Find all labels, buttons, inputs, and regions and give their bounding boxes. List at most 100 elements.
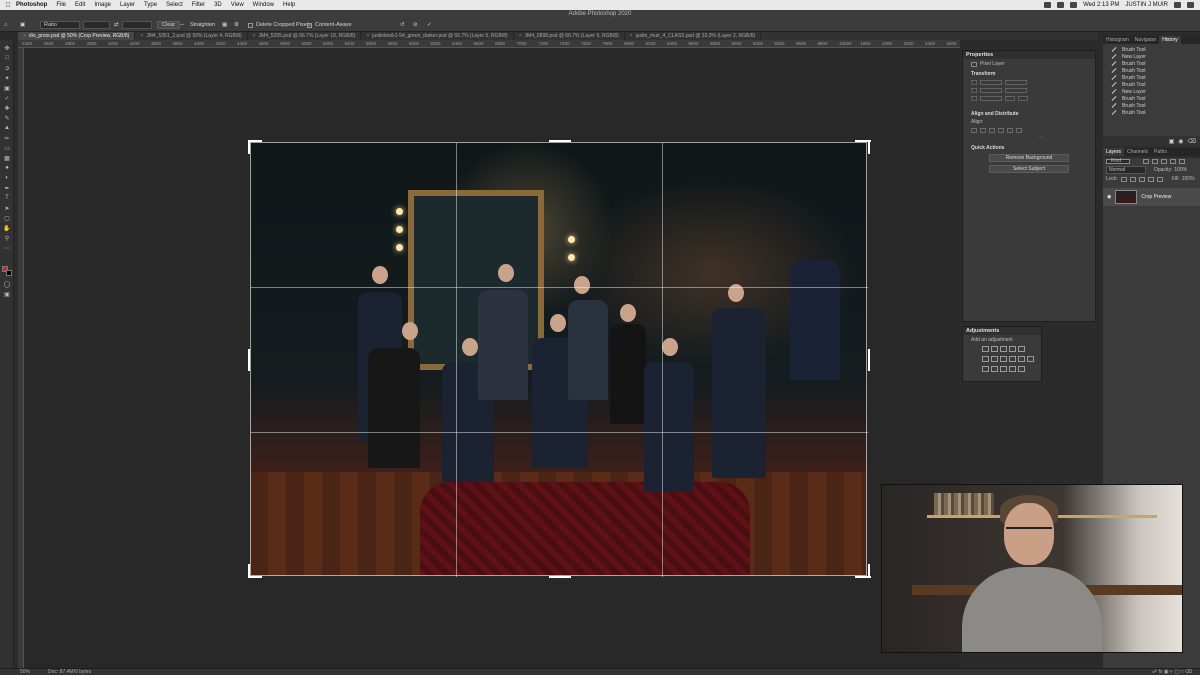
- threshold-icon[interactable]: [1000, 366, 1007, 372]
- screen-mode-icon[interactable]: ▣: [3, 290, 11, 298]
- invert-icon[interactable]: [982, 366, 989, 372]
- move-tool-icon[interactable]: ✥: [3, 44, 11, 52]
- properties-title[interactable]: Properties: [963, 51, 1095, 59]
- hand-tool-icon[interactable]: ✋: [3, 224, 11, 232]
- channel-mixer-icon[interactable]: [1018, 356, 1025, 362]
- history-item[interactable]: Brush Tool: [1103, 46, 1200, 53]
- menu-edit[interactable]: Edit: [75, 2, 85, 8]
- quick-actions-section[interactable]: Quick Actions: [963, 145, 1095, 151]
- camera-icon[interactable]: ◉: [1178, 138, 1183, 145]
- crop-tool-icon[interactable]: ▣: [3, 84, 11, 92]
- trash-icon[interactable]: ⌫: [1188, 138, 1196, 145]
- eyedropper-tool-icon[interactable]: ✓: [3, 94, 11, 102]
- close-icon[interactable]: ×: [253, 33, 256, 39]
- reset-icon[interactable]: ↺: [400, 21, 405, 29]
- zoom-level[interactable]: 50%: [20, 669, 30, 675]
- history-item[interactable]: Brush Tool: [1103, 67, 1200, 74]
- menu-type[interactable]: Type: [144, 2, 157, 8]
- blur-tool-icon[interactable]: ●: [3, 164, 11, 172]
- brush-tool-icon[interactable]: ✎: [3, 114, 11, 122]
- history-item[interactable]: Brush Tool: [1103, 95, 1200, 102]
- shape-tool-icon[interactable]: ▢: [3, 214, 11, 222]
- straighten-icon[interactable]: ─: [180, 21, 184, 29]
- volume-icon[interactable]: [1057, 2, 1065, 8]
- crop-handle-bottom-left[interactable]: [248, 576, 262, 578]
- tab-document[interactable]: × JM4_5351_2.psd @ 50% (Layer 4, RGB/8): [135, 32, 248, 40]
- align-buttons[interactable]: [963, 127, 1095, 133]
- transform-section[interactable]: Transform: [963, 71, 1095, 77]
- adjustment-layer-icon[interactable]: ◐: [1170, 669, 1173, 675]
- eye-icon[interactable]: ◉: [1107, 194, 1111, 200]
- tab-paths[interactable]: Paths: [1151, 148, 1170, 156]
- hue-saturation-icon[interactable]: [982, 356, 989, 362]
- crop-handle-top[interactable]: [549, 140, 571, 142]
- delete-cropped-checkbox[interactable]: Delete Cropped Pixels: [248, 21, 311, 29]
- healing-tool-icon[interactable]: ✚: [3, 104, 11, 112]
- crop-handle-top-left[interactable]: [248, 140, 250, 154]
- crop-handle-top-left[interactable]: [248, 140, 262, 142]
- folder-icon[interactable]: ▢: [1174, 669, 1179, 675]
- color-balance-icon[interactable]: [991, 356, 998, 362]
- close-icon[interactable]: ×: [23, 33, 26, 39]
- adjustments-title[interactable]: Adjustments: [963, 327, 1041, 335]
- close-icon[interactable]: ×: [140, 33, 143, 39]
- gradient-map-icon[interactable]: [1009, 366, 1016, 372]
- history-item[interactable]: New Layer: [1103, 53, 1200, 60]
- home-icon[interactable]: ⌂: [4, 21, 7, 29]
- path-select-icon[interactable]: ➤: [3, 204, 11, 212]
- mask-icon[interactable]: ▣: [1164, 669, 1169, 675]
- lasso-tool-icon[interactable]: ➲: [3, 64, 11, 72]
- height-field[interactable]: [122, 21, 152, 29]
- vibrance-icon[interactable]: [1018, 346, 1025, 352]
- width-field[interactable]: [83, 21, 110, 29]
- tab-document[interactable]: × JM4_6898.psd @ 66.7% (Layer 9, RGB/8): [514, 32, 625, 40]
- list-icon[interactable]: [1187, 2, 1194, 8]
- fill-field[interactable]: 100%: [1182, 176, 1195, 182]
- type-tool-icon[interactable]: T: [3, 194, 11, 202]
- menu-file[interactable]: File: [56, 2, 66, 8]
- remove-background-button[interactable]: Remove Background: [989, 154, 1069, 162]
- history-item[interactable]: Brush Tool: [1103, 81, 1200, 88]
- history-brush-icon[interactable]: ✏: [3, 134, 11, 142]
- quick-select-tool-icon[interactable]: ✦: [3, 74, 11, 82]
- tab-layers[interactable]: Layers: [1103, 148, 1125, 156]
- clock[interactable]: Wed 2:13 PM: [1083, 2, 1119, 8]
- tab-history[interactable]: History: [1159, 36, 1181, 44]
- eraser-tool-icon[interactable]: ▭: [3, 144, 11, 152]
- color-lookup-icon[interactable]: [1027, 356, 1034, 362]
- doc-size[interactable]: Doc: 87.4M/0 bytes: [48, 669, 91, 675]
- pen-tool-icon[interactable]: ✒: [3, 184, 11, 192]
- photo-filter-icon[interactable]: [1009, 356, 1016, 362]
- menu-3d[interactable]: 3D: [214, 2, 222, 8]
- stamp-tool-icon[interactable]: ▲: [3, 124, 11, 132]
- tab-navigator[interactable]: Navigator: [1132, 36, 1159, 44]
- history-item[interactable]: Brush Tool: [1103, 109, 1200, 116]
- crop-tool-icon[interactable]: ▣: [20, 21, 25, 29]
- link-icon[interactable]: ☍: [1152, 669, 1157, 675]
- blend-mode-select[interactable]: Normal: [1106, 166, 1146, 174]
- more-icon[interactable]: ⋯: [963, 135, 1095, 141]
- tab-histogram[interactable]: Histogram: [1103, 36, 1132, 44]
- content-aware-checkbox[interactable]: Content-Aware: [307, 21, 352, 29]
- selective-color-icon[interactable]: [1018, 366, 1025, 372]
- tab-document[interactable]: × justinbook1-54_green_darker.psd @ 66.7%…: [361, 32, 514, 40]
- opacity-field[interactable]: 100%: [1174, 167, 1187, 173]
- cancel-icon[interactable]: ⊘: [413, 21, 418, 29]
- layer-item[interactable]: ◉ Crop Preview: [1103, 188, 1200, 206]
- history-item[interactable]: Brush Tool: [1103, 60, 1200, 67]
- background-color-swatch[interactable]: [6, 270, 12, 276]
- trash-icon[interactable]: ⌫: [1185, 669, 1192, 675]
- menu-layer[interactable]: Layer: [120, 2, 135, 8]
- ratio-select[interactable]: Ratio: [40, 21, 80, 29]
- close-icon[interactable]: ×: [366, 33, 369, 39]
- tab-document[interactable]: × justin_muir_4_CLASS.psd @ 33.3% (Layer …: [625, 32, 762, 40]
- quick-mask-icon[interactable]: ◯: [3, 280, 11, 288]
- menu-view[interactable]: View: [231, 2, 244, 8]
- swap-icon[interactable]: ⇄: [114, 21, 119, 29]
- apple-icon[interactable]: : [0, 2, 16, 9]
- select-subject-button[interactable]: Select Subject: [989, 165, 1069, 173]
- menu-window[interactable]: Window: [253, 2, 274, 8]
- search-icon[interactable]: [1174, 2, 1181, 8]
- grid-overlay-icon[interactable]: ▦: [222, 21, 227, 29]
- close-icon[interactable]: ×: [630, 33, 633, 39]
